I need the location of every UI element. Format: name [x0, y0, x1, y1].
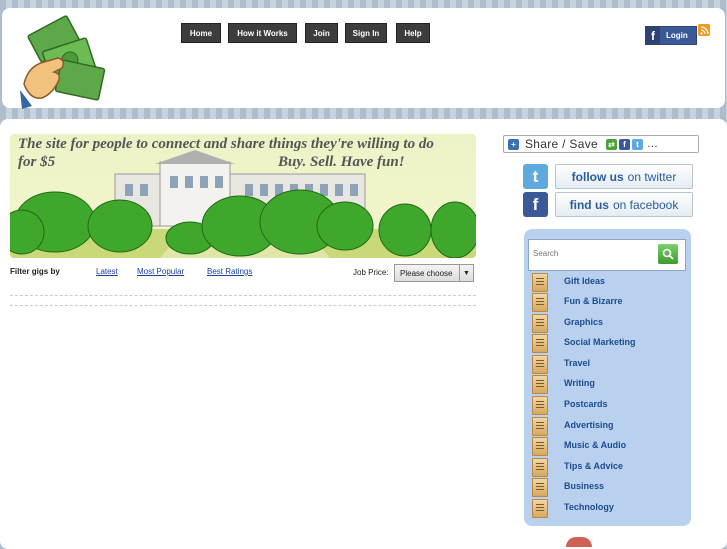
- facebook-icon: f: [618, 138, 630, 150]
- facebook-icon: f: [646, 27, 660, 44]
- category-travel[interactable]: Travel: [564, 358, 590, 368]
- twitter-label: on twitter: [627, 169, 677, 184]
- twitter-icon[interactable]: t: [523, 164, 548, 189]
- category-icon: [532, 334, 548, 353]
- category-advertising[interactable]: Advertising: [564, 420, 614, 430]
- nav-sign-in[interactable]: Sign In: [345, 23, 387, 43]
- search-button[interactable]: [658, 244, 678, 264]
- category-postcards[interactable]: Postcards: [564, 399, 608, 409]
- divider: [10, 295, 476, 296]
- banner-tagline: The site for people to connect and share…: [18, 136, 434, 152]
- filter-latest-link[interactable]: Latest: [96, 267, 118, 276]
- money-hand-logo[interactable]: [18, 14, 114, 110]
- category-icon: [532, 375, 548, 394]
- share-icon: ⇄: [605, 138, 617, 150]
- category-graphics[interactable]: Graphics: [564, 317, 603, 327]
- badge-icon: [566, 537, 592, 547]
- nav-how-it-works[interactable]: How it Works: [228, 23, 297, 43]
- search-input[interactable]: [533, 245, 643, 261]
- find-facebook-button[interactable]: find us on facebook: [555, 192, 693, 217]
- category-icon: [532, 437, 548, 456]
- category-business[interactable]: Business: [564, 481, 604, 491]
- category-icon: [532, 417, 548, 436]
- filter-label: Filter gigs by: [10, 267, 60, 276]
- category-gift-ideas[interactable]: Gift Ideas: [564, 276, 605, 286]
- chevron-down-icon: ▼: [459, 265, 473, 281]
- job-price-value: Please choose: [400, 268, 453, 278]
- share-save-button[interactable]: + Share / Save ⇄ f t …: [503, 135, 699, 153]
- follow-twitter-button[interactable]: follow us on twitter: [555, 164, 693, 189]
- category-icon: [532, 355, 548, 374]
- category-icon: [532, 273, 548, 292]
- category-tips-advice[interactable]: Tips & Advice: [564, 461, 623, 471]
- facebook-login-button[interactable]: f Login: [645, 26, 697, 45]
- filter-most-popular-link[interactable]: Most Popular: [137, 267, 184, 276]
- banner-slogan: Buy. Sell. Have fun!: [278, 154, 405, 170]
- category-icon: [532, 478, 548, 497]
- login-label: Login: [666, 31, 688, 40]
- category-icon: [532, 396, 548, 415]
- plus-icon: +: [508, 138, 519, 150]
- category-icon: [532, 458, 548, 477]
- facebook-bold-label: find us: [569, 197, 609, 212]
- twitter-bold-label: follow us: [571, 169, 624, 184]
- banner: The site for people to connect and share…: [10, 134, 476, 258]
- category-writing[interactable]: Writing: [564, 378, 595, 388]
- banner-price: for $5: [18, 154, 56, 170]
- rss-icon[interactable]: [698, 24, 710, 36]
- more-icon: …: [646, 138, 658, 150]
- category-social-marketing[interactable]: Social Marketing: [564, 337, 636, 347]
- category-icon: [532, 293, 548, 312]
- nav-home[interactable]: Home: [181, 23, 221, 43]
- search-icon: [662, 248, 674, 260]
- category-music-audio[interactable]: Music & Audio: [564, 440, 626, 450]
- category-fun-bizarre[interactable]: Fun & Bizarre: [564, 296, 623, 306]
- job-price-label: Job Price:: [353, 268, 389, 277]
- job-price-select[interactable]: Please choose ▼: [394, 264, 474, 282]
- nav-join[interactable]: Join: [305, 23, 338, 43]
- filter-best-ratings-link[interactable]: Best Ratings: [207, 267, 252, 276]
- category-panel: [524, 229, 691, 526]
- category-technology[interactable]: Technology: [564, 502, 614, 512]
- nav-help[interactable]: Help: [396, 23, 430, 43]
- facebook-icon[interactable]: f: [523, 192, 548, 217]
- twitter-icon: t: [631, 138, 643, 150]
- category-icon: [532, 314, 548, 333]
- category-icon: [532, 499, 548, 518]
- share-save-label: Share / Save: [525, 137, 598, 151]
- facebook-label: on facebook: [612, 197, 679, 212]
- divider: [10, 305, 476, 306]
